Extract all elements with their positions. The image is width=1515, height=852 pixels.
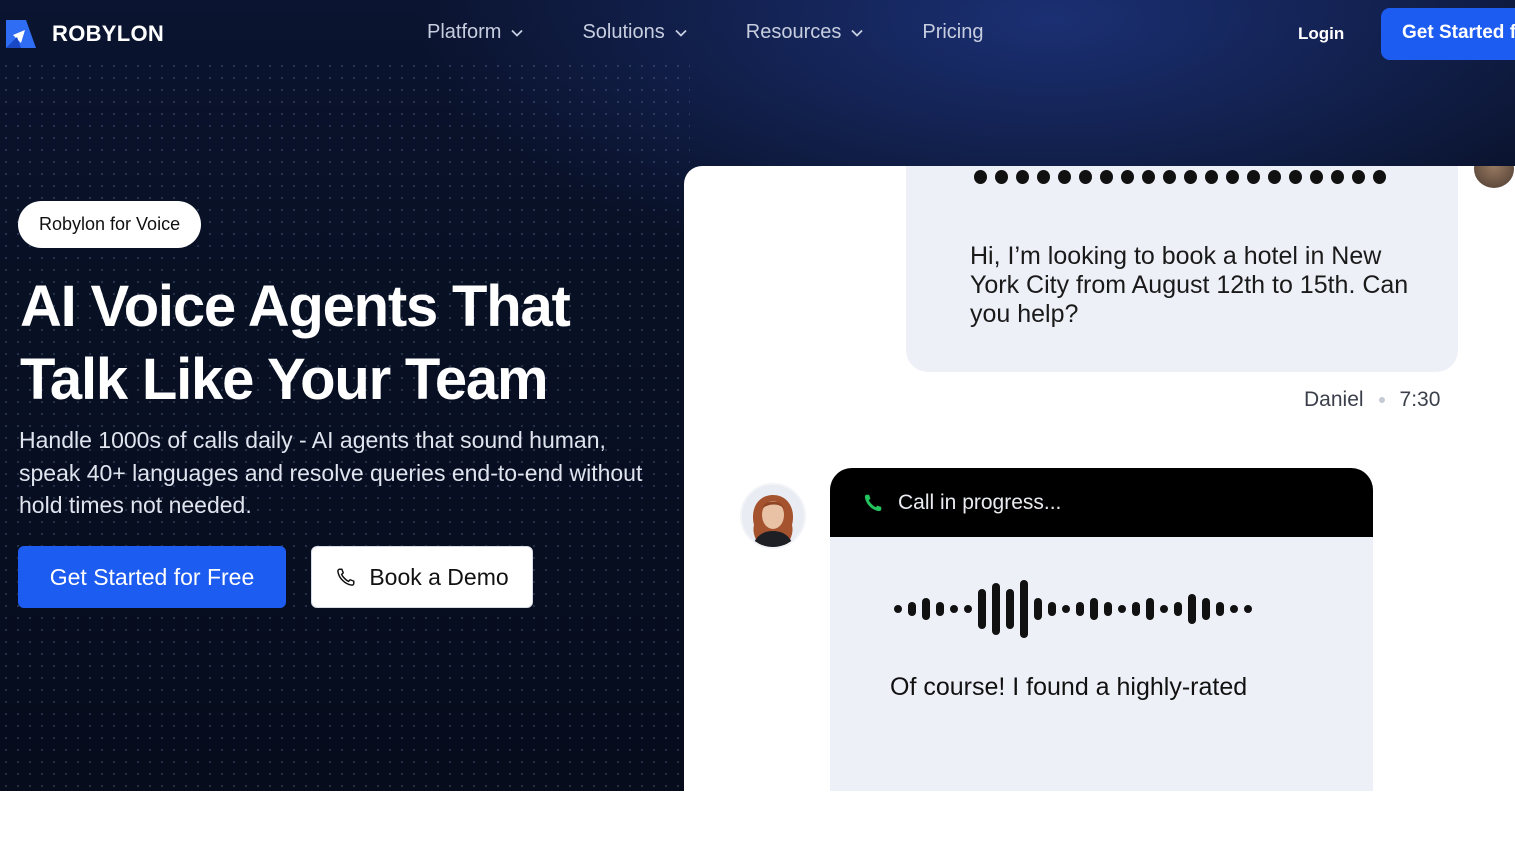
- top-nav: ROBYLON Platform Solutions Resources Pri…: [0, 0, 1515, 70]
- hero-subtitle: Handle 1000s of calls daily - AI agents …: [19, 427, 643, 518]
- hero-title-line-1: AI Voice Agents That: [20, 274, 571, 339]
- brand-logo[interactable]: ROBYLON: [4, 18, 164, 50]
- chat-demo-card: Hi, I’m looking to book a hotel in New Y…: [684, 166, 1515, 791]
- get-started-free-button[interactable]: Get Started for Free: [18, 546, 286, 608]
- waveform-bar: [1076, 602, 1084, 616]
- waveform-bar: [1062, 605, 1070, 613]
- user-avatar: [1474, 166, 1514, 188]
- waveform-bar: [950, 605, 958, 613]
- button-label: Book a Demo: [369, 563, 509, 590]
- chevron-down-icon: [675, 29, 687, 37]
- waveform-bar: [908, 602, 916, 616]
- waveform-bar: [1034, 598, 1042, 620]
- message-meta: Daniel 7:30: [1304, 388, 1440, 412]
- chevron-down-icon: [851, 29, 863, 37]
- waveform-bar: [1118, 605, 1126, 613]
- call-status-bar: Call in progress...: [830, 468, 1373, 537]
- voice-waveform: [894, 580, 1258, 638]
- message-time: 7:30: [1399, 388, 1441, 411]
- agent-message-text: Of course! I found a highly-rated: [890, 673, 1248, 701]
- nav-item-label: Pricing: [922, 21, 984, 43]
- book-demo-button[interactable]: Book a Demo: [311, 546, 533, 608]
- meta-separator: [1378, 397, 1385, 403]
- waveform-bar: [1090, 598, 1098, 620]
- call-status-text: Call in progress...: [898, 490, 1062, 514]
- brand-name: ROBYLON: [52, 21, 165, 46]
- waveform-bar: [1146, 598, 1154, 620]
- waveform-bar: [1160, 605, 1168, 613]
- user-message-text: Hi, I’m looking to book a hotel in New Y…: [970, 242, 1409, 328]
- waveform-bar: [992, 583, 1000, 635]
- waveform-bar: [1202, 598, 1210, 620]
- sender-name: Daniel: [1304, 388, 1364, 411]
- waveform-bar: [1020, 580, 1028, 638]
- phone-call-icon: [864, 494, 882, 511]
- waveform-bar: [1230, 605, 1238, 613]
- waveform-bar: [1216, 602, 1224, 616]
- nav-item-resources[interactable]: Resources: [746, 21, 865, 44]
- phone-icon: [337, 568, 355, 586]
- nav-item-label: Resources: [745, 21, 842, 43]
- waveform-bar: [1174, 602, 1182, 616]
- button-label: Get Started for Free: [49, 563, 255, 590]
- call-card: Call in progress... Of course! I found a…: [830, 468, 1373, 791]
- waveform-bar: [1244, 605, 1252, 613]
- nav-item-solutions[interactable]: Solutions: [582, 21, 687, 44]
- waveform-bar: [964, 605, 972, 613]
- waveform-bar: [1188, 594, 1196, 624]
- robylon-logo-icon: [4, 18, 38, 50]
- waveform-bar: [936, 602, 944, 616]
- hero-title-line-2: Talk Like Your Team: [20, 347, 549, 412]
- nav-item-pricing[interactable]: Pricing: [922, 21, 983, 44]
- typing-dots: [974, 170, 1394, 184]
- waveform-bar: [1048, 602, 1056, 616]
- agent-avatar: [740, 483, 806, 549]
- main-menu: Platform Solutions Resources Pricing: [427, 21, 1042, 44]
- login-link[interactable]: Login: [1298, 24, 1344, 44]
- waveform-bar: [978, 589, 986, 629]
- waveform-bar: [922, 598, 930, 620]
- nav-item-label: Solutions: [582, 21, 665, 43]
- chevron-down-icon: [511, 29, 524, 37]
- nav-item-platform[interactable]: Platform: [427, 21, 524, 44]
- user-message-bubble: Hi, I’m looking to book a hotel in New Y…: [906, 166, 1458, 372]
- waveform-bar: [1006, 589, 1014, 629]
- waveform-bar: [1132, 602, 1140, 616]
- waveform-bar: [1104, 602, 1112, 616]
- waveform-bar: [894, 605, 902, 613]
- get-started-nav-button[interactable]: Get Started f: [1381, 8, 1515, 60]
- nav-item-label: Platform: [427, 21, 502, 43]
- product-badge: Robylon for Voice: [18, 201, 202, 248]
- hero-title: AI Voice Agents That Talk Like Your Team: [20, 270, 660, 416]
- hero-section: ROBYLON Platform Solutions Resources Pri…: [0, 0, 1515, 791]
